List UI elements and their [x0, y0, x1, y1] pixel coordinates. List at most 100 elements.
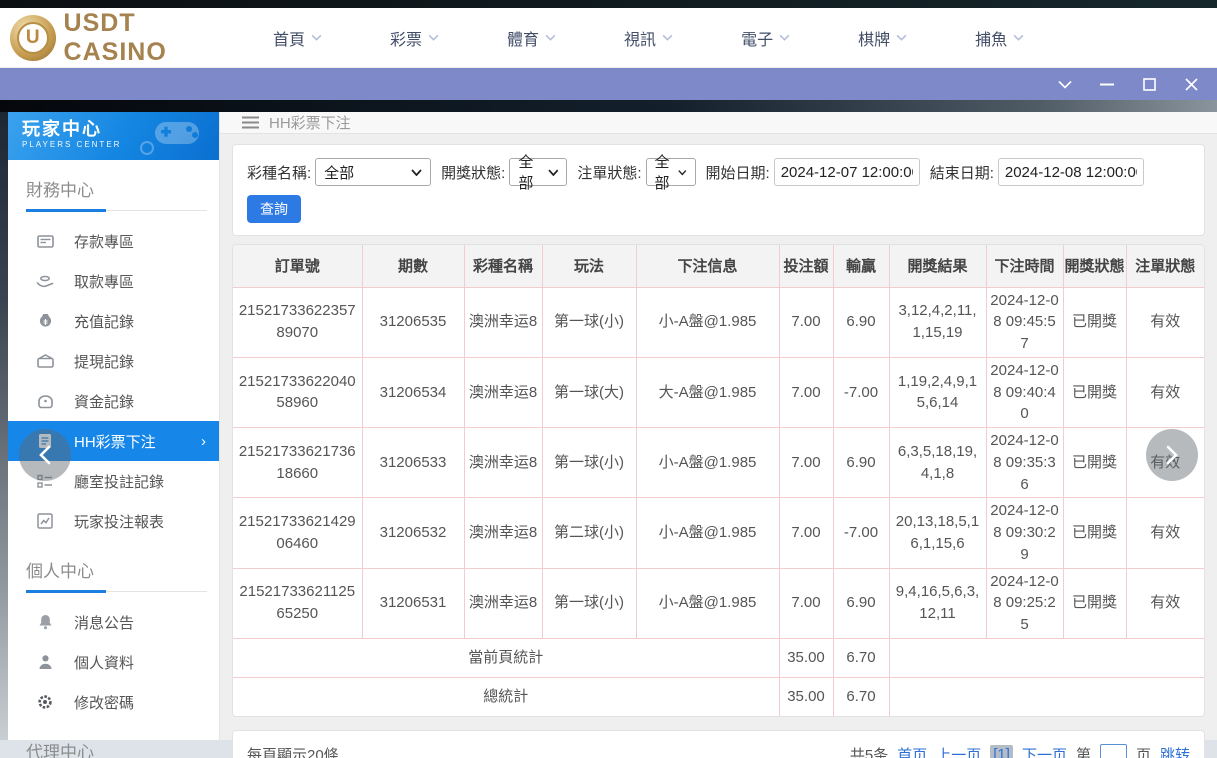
table-row: 215217336223578907031206535澳洲幸运8第一球(小)小-… — [233, 287, 1204, 357]
jump-suffix-text: 页 — [1136, 744, 1151, 758]
content-pad: 彩種名稱: 全部 開獎狀態: 全部 注單狀態: 全部 開始 — [220, 134, 1217, 758]
chart-icon — [36, 512, 54, 530]
nav-item-home[interactable]: 首頁 — [273, 18, 322, 58]
table-cell: 已開獎 — [1063, 498, 1126, 568]
sidebar-section-personal: 個人中心 — [26, 557, 207, 592]
sidebar-item-funds-record[interactable]: 資金記錄 — [8, 381, 219, 421]
sidebar-section-finance: 財務中心 — [26, 176, 207, 211]
next-page-link[interactable]: 下一页 — [1022, 744, 1067, 758]
nav-item-fishing[interactable]: 捕魚 — [975, 18, 1024, 58]
start-date-input[interactable] — [774, 158, 920, 186]
prev-page-link[interactable]: 上一页 — [936, 744, 981, 758]
nav-item-live[interactable]: 視訊 — [624, 18, 673, 58]
jump-action-link[interactable]: 跳转 — [1160, 744, 1190, 758]
draw-status-label: 開獎狀態: — [441, 162, 505, 183]
maximize-icon — [1143, 78, 1156, 91]
end-date-input[interactable] — [998, 158, 1144, 186]
personal-menu: 消息公告 個人資料 修改密碼 — [8, 602, 219, 722]
select-chevron-icon — [678, 169, 687, 176]
sidebar-item-player-bet-report[interactable]: 玩家投注報表 — [8, 501, 219, 541]
minimize-icon — [1100, 83, 1114, 86]
hand-money-icon — [36, 272, 54, 290]
table-cell: 6.90 — [833, 428, 889, 498]
chevron-down-icon — [662, 34, 673, 41]
page-summary-label: 當前頁統計 — [233, 638, 779, 677]
table-cell: 已開獎 — [1063, 428, 1126, 498]
table-cell: 2024-12-08 09:35:36 — [986, 428, 1063, 498]
panel-expand-button[interactable] — [1146, 429, 1198, 481]
lottery-name-select[interactable]: 全部 — [315, 158, 431, 186]
chevron-right-icon: › — [201, 433, 206, 450]
sidebar-item-change-password[interactable]: 修改密碼 — [8, 682, 219, 722]
chevron-down-icon — [1013, 34, 1024, 41]
filter-actions: 查詢 — [247, 195, 1190, 223]
current-page-badge: [1] — [990, 745, 1013, 758]
main-menu: 首頁 彩票 體育 視訊 電子 棋牌 捕魚 — [273, 18, 1092, 58]
table-cell: 31206532 — [362, 498, 464, 568]
sidebar-section-agent: 代理中心 — [26, 738, 207, 758]
window-close-button[interactable] — [1177, 72, 1205, 96]
bell-icon — [36, 613, 54, 631]
page-jump-input[interactable] — [1100, 744, 1127, 758]
chevron-right-icon — [1166, 445, 1178, 465]
table-cell: 31206533 — [362, 428, 464, 498]
table-cell: 6.90 — [833, 568, 889, 638]
app-body: 玩家中心 PLAYERS CENTER 財務中心 存款專區 取款專區 — [0, 112, 1217, 758]
nav-item-sports[interactable]: 體育 — [507, 18, 556, 58]
sidebar-item-deposit-area[interactable]: 存款專區 — [8, 221, 219, 261]
lottery-name-label: 彩種名稱: — [247, 162, 311, 183]
window-minimize-button[interactable] — [1093, 72, 1121, 96]
table-cell: 2152173362112565250 — [233, 568, 362, 638]
nav-item-cards[interactable]: 棋牌 — [858, 18, 907, 58]
hamburger-icon[interactable] — [242, 116, 259, 129]
total-summary-label: 總統計 — [233, 677, 779, 716]
order-status-label: 注單狀態: — [577, 162, 641, 183]
search-button[interactable]: 查詢 — [247, 195, 301, 223]
window-maximize-button[interactable] — [1135, 72, 1163, 96]
table-cell: 3,12,4,2,11,1,15,19 — [889, 287, 986, 357]
page-summary-winloss: 6.70 — [833, 638, 889, 677]
start-date-label: 開始日期: — [706, 162, 770, 183]
table-cell: 澳洲幸运8 — [464, 498, 542, 568]
table-cell: 小-A盤@1.985 — [636, 568, 779, 638]
sidebar-item-profile[interactable]: 個人資料 — [8, 642, 219, 682]
table-cell: 7.00 — [779, 498, 833, 568]
chevron-down-icon — [1058, 80, 1072, 89]
pagination-bar: 每頁顯示20條 共5条 首页 上一页 [1] 下一页 第 页 跳转 — [232, 730, 1205, 758]
total-summary-row: 總統計 35.00 6.70 — [233, 677, 1204, 716]
table-cell: 有效 — [1126, 287, 1204, 357]
sidebar-collapse-button[interactable] — [19, 429, 71, 481]
table-cell: 7.00 — [779, 568, 833, 638]
table-cell: 1,19,2,4,9,15,6,14 — [889, 357, 986, 427]
table-cell: 7.00 — [779, 428, 833, 498]
page-summary-empty — [889, 638, 1204, 677]
site-logo[interactable]: U USDT CASINO — [10, 9, 245, 67]
finance-menu: 存款專區 取款專區 充值記錄 提現記錄 — [8, 221, 219, 541]
table-cell: -7.00 — [833, 357, 889, 427]
order-status-select[interactable]: 全部 — [646, 158, 696, 186]
nav-item-lottery[interactable]: 彩票 — [390, 18, 439, 58]
window-collapse-button[interactable] — [1051, 72, 1079, 96]
table-cell: -7.00 — [833, 498, 889, 568]
table-cell: 有效 — [1126, 357, 1204, 427]
total-count-text: 共5条 — [850, 744, 888, 758]
select-chevron-icon — [411, 169, 422, 176]
sidebar-item-recharge-record[interactable]: 充值記錄 — [8, 301, 219, 341]
first-page-link[interactable]: 首页 — [897, 744, 927, 758]
table-cell: 31206531 — [362, 568, 464, 638]
person-icon — [36, 653, 54, 671]
sidebar-item-withdrawal-record[interactable]: 提現記錄 — [8, 341, 219, 381]
table-cell: 有效 — [1126, 568, 1204, 638]
table-cell: 小-A盤@1.985 — [636, 287, 779, 357]
table-cell: 第二球(小) — [542, 498, 636, 568]
table-cell: 9,4,16,5,6,3,12,11 — [889, 568, 986, 638]
table-cell: 7.00 — [779, 357, 833, 427]
table-header-row: 訂單號 期數 彩種名稱 玩法 下注信息 投注額 輸贏 開獎結果 下注時間 開獎狀… — [233, 245, 1204, 287]
sidebar-item-notices[interactable]: 消息公告 — [8, 602, 219, 642]
main-content: HH彩票下注 彩種名稱: 全部 開獎狀態: 全部 注單狀態: — [220, 112, 1217, 740]
draw-status-select[interactable]: 全部 — [509, 158, 567, 186]
chevron-down-icon — [779, 34, 790, 41]
total-summary-empty — [889, 677, 1204, 716]
nav-item-slots[interactable]: 電子 — [741, 18, 790, 58]
sidebar-item-withdraw-area[interactable]: 取款專區 — [8, 261, 219, 301]
